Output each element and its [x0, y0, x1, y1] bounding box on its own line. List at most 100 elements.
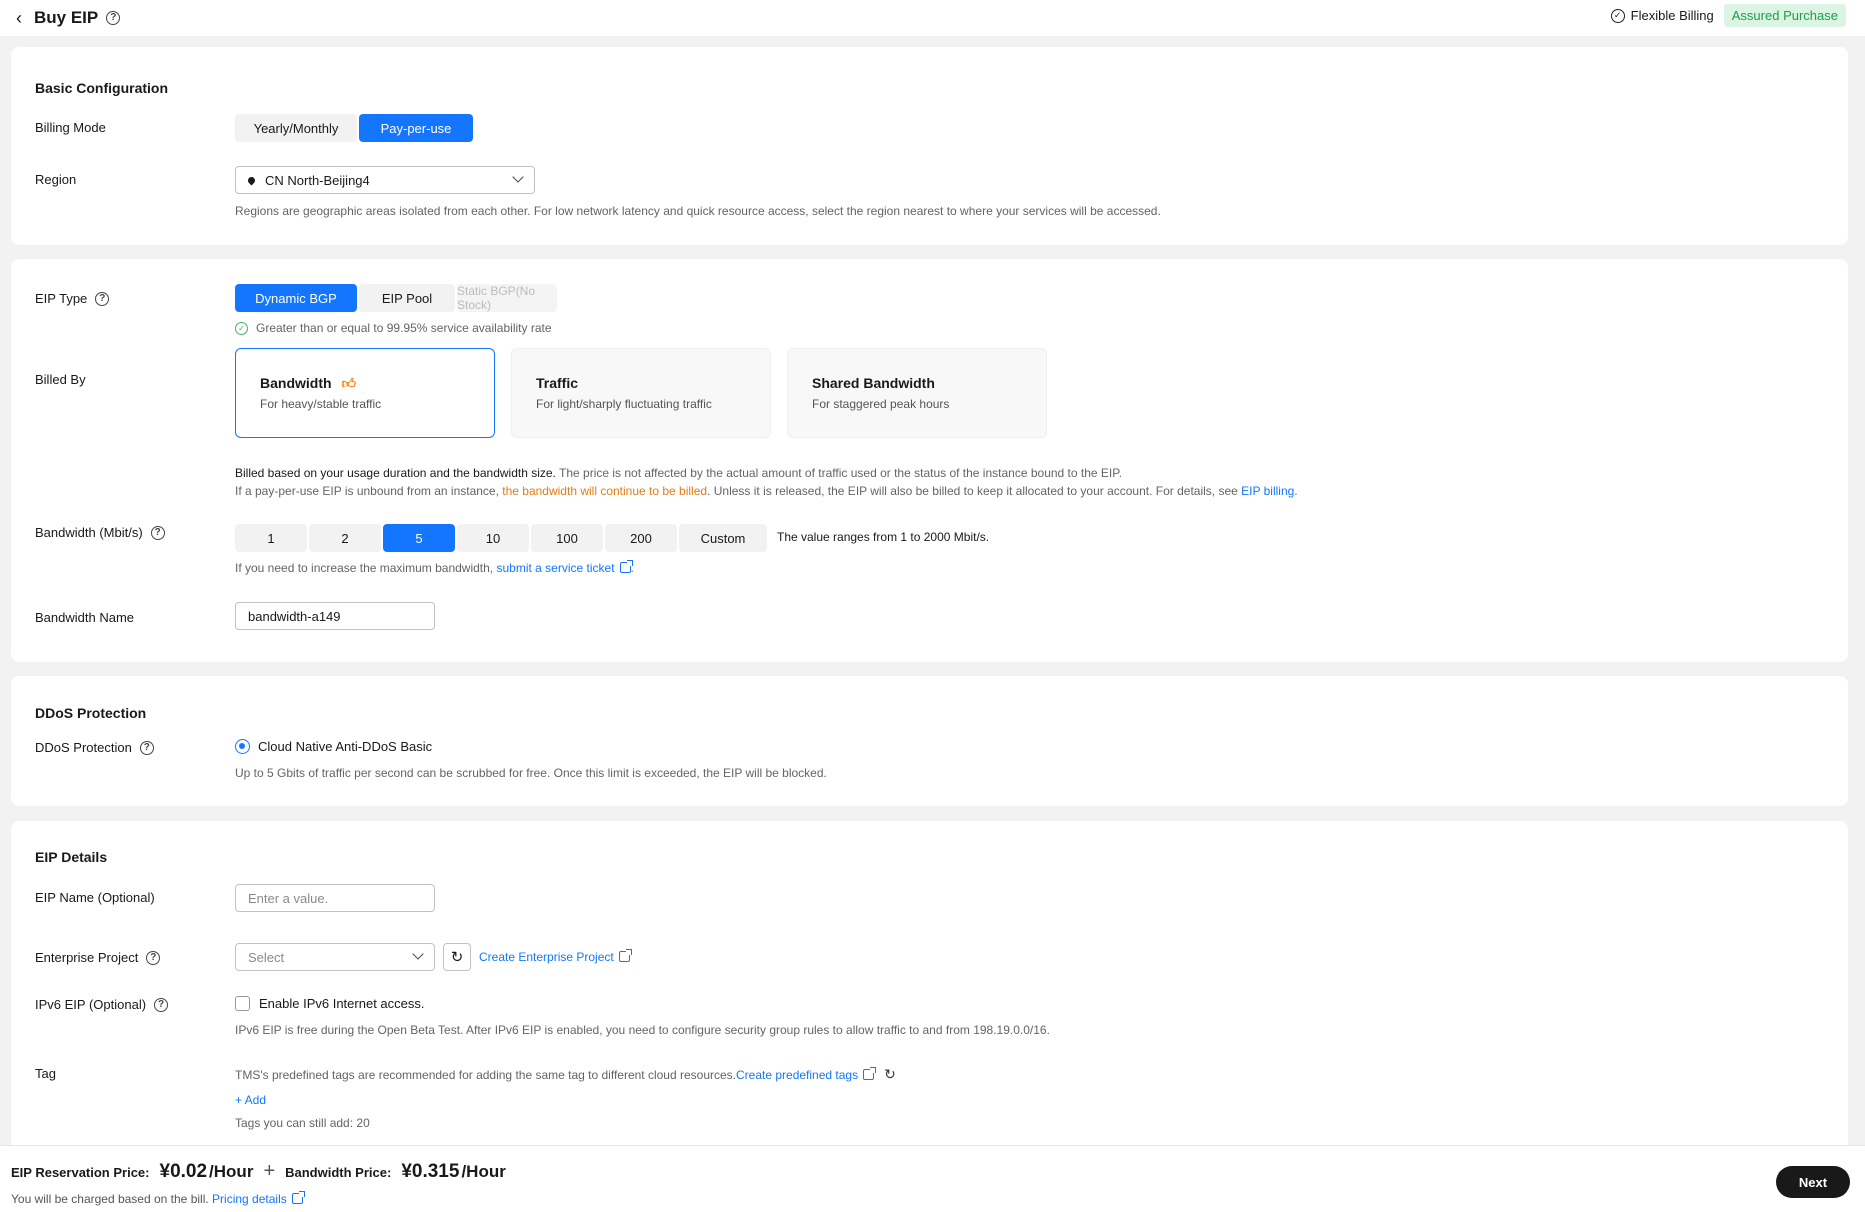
bandwidth-name-label: Bandwidth Name — [35, 610, 134, 625]
eip-name-input[interactable] — [235, 884, 435, 912]
create-enterprise-project-link[interactable]: Create Enterprise Project — [479, 949, 632, 964]
billing-mode-yearly-monthly[interactable]: Yearly/Monthly — [235, 114, 357, 142]
service-ticket-link-text: submit a service ticket — [496, 561, 615, 575]
billing-mode-pay-per-use[interactable]: Pay-per-use — [359, 114, 473, 142]
enterprise-project-select[interactable]: Select — [235, 943, 435, 971]
unbound-note: If a pay-per-use EIP is unbound from an … — [235, 484, 1298, 498]
external-link-icon — [618, 949, 632, 962]
radio-selected-icon[interactable] — [235, 739, 250, 754]
billing-footer-note: You will be charged based on the bill. P… — [11, 1191, 305, 1206]
bandwidth-option-100[interactable]: 100 — [531, 524, 603, 552]
eip-type-dynamic-bgp[interactable]: Dynamic BGP — [235, 284, 357, 312]
bandwidth-price-label: Bandwidth Price: — [285, 1165, 392, 1180]
plus-icon: + — [263, 1160, 276, 1182]
bandwidth-option-200[interactable]: 200 — [605, 524, 677, 552]
eip-type-label-text: EIP Type — [35, 291, 88, 306]
billed-by-shared-bandwidth-title: Shared Bandwidth — [812, 375, 935, 391]
unbound-note-end: . — [1294, 484, 1298, 498]
price-footer: EIP Reservation Price: ¥0.02 /Hour + Ban… — [0, 1145, 1865, 1212]
billed-by-label: Billed By — [35, 372, 86, 387]
service-ticket-link[interactable]: submit a service ticket — [496, 560, 633, 575]
ddos-description: Up to 5 Gbits of traffic per second can … — [235, 766, 827, 780]
flexible-billing-badge: ✓ Flexible Billing — [1610, 8, 1714, 23]
bandwidth-option-2[interactable]: 2 — [309, 524, 381, 552]
ddos-protection-card: DDoS Protection DDoS Protection ? Cloud … — [11, 676, 1848, 806]
ipv6-eip-label: IPv6 EIP (Optional) ? — [35, 997, 169, 1012]
external-link-icon — [863, 1066, 877, 1080]
bandwidth-option-5[interactable]: 5 — [383, 524, 455, 552]
ddos-protection-label: DDoS Protection ? — [35, 740, 154, 755]
flexible-billing-label: Flexible Billing — [1630, 8, 1714, 23]
tag-description-text: TMS's predefined tags are recommended fo… — [235, 1067, 737, 1082]
tag-label-text: Tag — [35, 1066, 56, 1081]
pricing-details-text: Pricing details — [212, 1192, 287, 1206]
billed-by-bandwidth-title-text: Bandwidth — [260, 375, 332, 391]
thumbs-up-icon: 👍︎ — [341, 375, 357, 391]
bandwidth-name-label-text: Bandwidth Name — [35, 610, 134, 625]
next-button[interactable]: Next — [1776, 1166, 1850, 1198]
refresh-button[interactable]: ↻ — [443, 943, 471, 971]
tags-remaining: Tags you can still add: 20 — [235, 1116, 370, 1130]
create-enterprise-project-text: Create Enterprise Project — [479, 950, 614, 964]
bandwidth-option-1[interactable]: 1 — [235, 524, 307, 552]
help-icon[interactable]: ? — [146, 950, 161, 965]
billing-note-bold: Billed based on your usage duration and … — [235, 466, 556, 480]
refresh-icon[interactable]: ↻ — [884, 1066, 896, 1083]
basic-configuration-card: Basic Configuration Billing Mode Yearly/… — [11, 47, 1848, 245]
billed-by-traffic-card[interactable]: Traffic For light/sharply fluctuating tr… — [511, 348, 771, 438]
ddos-option[interactable]: Cloud Native Anti-DDoS Basic — [235, 739, 432, 754]
billed-by-traffic-desc: For light/sharply fluctuating traffic — [536, 397, 712, 411]
section-title-ddos: DDoS Protection — [35, 705, 147, 721]
assured-purchase-badge: Assured Purchase — [1723, 4, 1846, 27]
unbound-note-part1: If a pay-per-use EIP is unbound from an … — [235, 484, 503, 498]
eip-name-label: EIP Name (Optional) — [35, 890, 155, 905]
bandwidth-option-custom[interactable]: Custom — [679, 524, 767, 552]
billing-mode-segment: Yearly/Monthly Pay-per-use — [235, 114, 475, 142]
bandwidth-label-text: Bandwidth (Mbit/s) — [35, 525, 143, 540]
billed-by-bandwidth-card[interactable]: Bandwidth 👍︎ For heavy/stable traffic — [235, 348, 495, 438]
ipv6-option[interactable]: Enable IPv6 Internet access. — [235, 996, 424, 1011]
tag-description: TMS's predefined tags are recommended fo… — [235, 1066, 896, 1083]
billed-by-label-text: Billed By — [35, 372, 86, 387]
eip-type-static-bgp: Static BGP(No Stock) — [457, 284, 557, 312]
eip-type-eip-pool[interactable]: EIP Pool — [359, 284, 455, 312]
help-icon[interactable]: ? — [154, 997, 169, 1012]
help-icon[interactable]: ? — [106, 11, 121, 25]
ipv6-description: IPv6 EIP is free during the Open Beta Te… — [235, 1023, 1050, 1037]
location-pin-icon — [246, 175, 257, 185]
reservation-price-unit: /Hour — [209, 1162, 254, 1181]
region-label-text: Region — [35, 172, 77, 187]
back-arrow-icon[interactable]: ‹ — [16, 9, 22, 27]
availability-text: Greater than or equal to 99.95% service … — [256, 321, 552, 335]
create-predefined-tags-link[interactable]: Create predefined tags — [736, 1066, 877, 1082]
billed-by-shared-bandwidth-card[interactable]: Shared Bandwidth For staggered peak hour… — [787, 348, 1047, 438]
region-select[interactable]: CN North-Beijing4 — [235, 166, 535, 194]
reservation-price-label: EIP Reservation Price: — [11, 1165, 150, 1180]
create-predefined-tags-text: Create predefined tags — [736, 1067, 859, 1082]
eip-billing-link[interactable]: EIP billing — [1241, 484, 1294, 498]
billing-mode-label-text: Billing Mode — [35, 120, 106, 135]
region-value: CN North-Beijing4 — [265, 172, 370, 188]
ipv6-checkbox[interactable] — [235, 996, 250, 1011]
enterprise-project-label-text: Enterprise Project — [35, 950, 139, 965]
help-icon[interactable]: ? — [139, 740, 154, 755]
ddos-option-label: Cloud Native Anti-DDoS Basic — [258, 739, 433, 754]
bandwidth-option-10[interactable]: 10 — [457, 524, 529, 552]
region-description: Regions are geographic areas isolated fr… — [235, 204, 1161, 218]
ipv6-eip-label-text: IPv6 EIP (Optional) — [35, 997, 147, 1012]
bandwidth-increase-text: If you need to increase the maximum band… — [235, 561, 497, 575]
reservation-price-value: ¥0.02 — [159, 1161, 208, 1182]
top-bar: ‹ Buy EIP ? ✓ Flexible Billing Assured P… — [0, 0, 1865, 36]
pricing-details-link[interactable]: Pricing details — [212, 1191, 305, 1206]
external-link-icon — [619, 560, 633, 573]
add-tag-link[interactable]: + Add — [235, 1093, 266, 1107]
unbound-note-warning: the bandwidth will continue to be billed — [502, 484, 708, 498]
bandwidth-name-input[interactable] — [235, 602, 435, 630]
section-title-basic: Basic Configuration — [35, 80, 169, 96]
unbound-note-part2: . Unless it is released, the EIP will al… — [707, 484, 1242, 498]
bandwidth-price-value: ¥0.315 — [401, 1161, 460, 1182]
help-icon[interactable]: ? — [95, 291, 110, 306]
billed-by-traffic-title: Traffic — [536, 375, 579, 391]
help-icon[interactable]: ? — [150, 525, 165, 540]
eip-type-card: EIP Type ? Dynamic BGP EIP Pool Static B… — [11, 259, 1848, 662]
